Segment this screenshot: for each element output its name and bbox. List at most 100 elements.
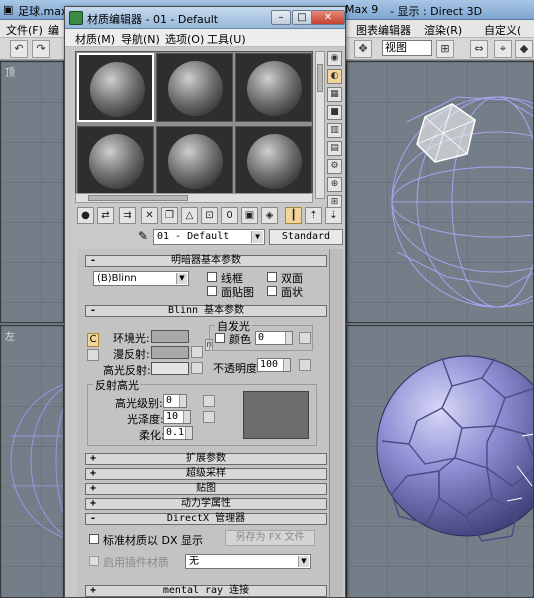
rollout-mental-ray-connection[interactable]: + mental ray 连接: [85, 585, 327, 597]
make-unique-icon[interactable]: △: [181, 207, 198, 224]
snap-icon[interactable]: ⌖: [494, 40, 512, 58]
pivot-icon[interactable]: ⊞: [436, 40, 454, 58]
viewport-perspective[interactable]: [346, 325, 534, 598]
dx-display-checkbox[interactable]: [89, 534, 99, 544]
get-material-icon[interactable]: ●: [77, 207, 94, 224]
options-icon[interactable]: ⚙: [327, 159, 342, 174]
viewport-left[interactable]: 左: [0, 325, 64, 598]
self-illum-spinner[interactable]: 0: [255, 331, 293, 345]
undo-icon[interactable]: ↶: [10, 40, 28, 58]
lock-icon[interactable]: [87, 349, 99, 361]
plugin-material-select[interactable]: 无 ▼: [185, 554, 311, 569]
put-material-icon[interactable]: ⇄: [97, 207, 114, 224]
specular-level-map-button[interactable]: [203, 395, 215, 407]
opacity-map-button[interactable]: [299, 359, 311, 371]
show-map-in-viewport-icon[interactable]: ▣: [241, 207, 258, 224]
sample-uv-tiling-icon[interactable]: ■: [327, 105, 342, 120]
soften-spinner[interactable]: 0.1: [163, 426, 193, 440]
sample-slot-1[interactable]: [77, 53, 154, 122]
go-to-parent-icon[interactable]: ┃: [285, 207, 302, 224]
reference-coordinate-select[interactable]: 视图: [382, 40, 432, 56]
save-as-fx-button[interactable]: 另存为 FX 文件: [225, 530, 315, 546]
sample-type-icon[interactable]: ◉: [327, 51, 342, 66]
sample-slot-2[interactable]: [156, 53, 233, 122]
mirror-icon[interactable]: ⇔: [470, 40, 488, 58]
two-sided-checkbox[interactable]: [267, 272, 277, 282]
lock-color-button[interactable]: C: [87, 333, 99, 347]
slots-horizontal-scrollbar[interactable]: [75, 193, 313, 203]
rollout-blinn-basic-parameters[interactable]: - Blinn 基本参数: [85, 305, 327, 317]
rollout-shader-basic-parameters[interactable]: - 明暗器基本参数: [85, 255, 327, 267]
spinner-arrows[interactable]: [185, 427, 192, 439]
specular-map-button[interactable]: [191, 362, 203, 374]
reset-map-icon[interactable]: ✕: [141, 207, 158, 224]
maximize-button[interactable]: □: [292, 10, 312, 25]
rollout-directx-manager[interactable]: - DirectX 管理器: [85, 513, 327, 525]
show-end-result-icon[interactable]: ◈: [261, 207, 278, 224]
parameters-scrollbar[interactable]: [329, 249, 343, 597]
ambient-color-swatch[interactable]: [151, 330, 189, 343]
specular-level-spinner[interactable]: 0: [163, 394, 187, 408]
spinner-arrows[interactable]: [285, 332, 292, 344]
select-by-material-icon[interactable]: ⊕: [327, 177, 342, 192]
menu-navigation[interactable]: 导航(N): [121, 31, 160, 47]
enable-plugin-checkbox[interactable]: [89, 556, 99, 566]
backlight-icon[interactable]: ◐: [327, 69, 342, 84]
glossiness-map-button[interactable]: [203, 411, 215, 423]
sample-slot-5[interactable]: [156, 126, 233, 195]
scroll-thumb[interactable]: [317, 64, 323, 92]
menu-material[interactable]: 材质(M): [75, 31, 115, 47]
app-menu-graph-editors[interactable]: 图表编辑器: [356, 22, 411, 38]
material-effects-channel-icon[interactable]: 0: [221, 207, 238, 224]
faceted-checkbox[interactable]: [267, 286, 277, 296]
move-icon[interactable]: ✥: [354, 40, 372, 58]
diffuse-color-swatch[interactable]: [151, 346, 189, 359]
put-to-library-icon[interactable]: ⊡: [201, 207, 218, 224]
sample-slot-6[interactable]: [235, 126, 312, 195]
app-menu-rendering[interactable]: 渲染(R): [424, 22, 462, 38]
diffuse-map-button[interactable]: [191, 346, 203, 358]
redo-icon[interactable]: ↷: [32, 40, 50, 58]
copy-material-icon[interactable]: ❐: [161, 207, 178, 224]
rollout-maps[interactable]: + 贴图: [85, 483, 327, 495]
close-button[interactable]: ✕: [311, 10, 345, 25]
self-illum-color-checkbox[interactable]: [215, 333, 225, 343]
sample-slot-3[interactable]: [235, 53, 312, 122]
spinner-arrows[interactable]: [283, 359, 290, 371]
chevron-down-icon[interactable]: ▼: [298, 556, 309, 567]
eyedropper-icon[interactable]: ✎: [135, 229, 151, 245]
background-checker-icon[interactable]: ▦: [327, 87, 342, 102]
rollout-dynamics-properties[interactable]: + 动力学属性: [85, 498, 327, 510]
shader-type-select[interactable]: (B)Blinn ▼: [93, 271, 189, 286]
material-type-button[interactable]: Standard: [269, 229, 343, 245]
chevron-down-icon[interactable]: ▼: [251, 231, 263, 243]
video-color-check-icon[interactable]: ▥: [327, 123, 342, 138]
glossiness-spinner[interactable]: 10: [163, 410, 191, 424]
spinner-arrows[interactable]: [179, 395, 186, 407]
face-map-checkbox[interactable]: [207, 286, 217, 296]
minimize-button[interactable]: –: [271, 10, 291, 25]
menu-utilities[interactable]: 工具(U): [207, 31, 246, 47]
material-editor-title-bar[interactable]: 材质编辑器 - 01 - Default – □ ✕: [65, 7, 345, 29]
make-preview-icon[interactable]: ▤: [327, 141, 342, 156]
go-forward-to-sibling-icon[interactable]: ⇡: [305, 207, 322, 224]
slots-vertical-scrollbar[interactable]: [315, 51, 325, 199]
sample-slot-4[interactable]: [77, 126, 154, 195]
viewport-front[interactable]: [346, 61, 534, 323]
viewport-top-left[interactable]: 顶: [0, 61, 64, 323]
chevron-down-icon[interactable]: ▼: [176, 273, 187, 284]
named-selection-icon[interactable]: ◆: [515, 40, 533, 58]
rollout-supersampling[interactable]: + 超级采样: [85, 468, 327, 480]
opacity-spinner[interactable]: 100: [257, 358, 291, 372]
pick-from-object-icon[interactable]: ⇣: [325, 207, 342, 224]
app-menu-file[interactable]: 文件(F): [6, 22, 43, 38]
material-name-field[interactable]: 01 - Default ▼: [153, 229, 265, 245]
specular-color-swatch[interactable]: [151, 362, 189, 375]
wire-checkbox[interactable]: [207, 272, 217, 282]
app-menu-customize[interactable]: 自定义(: [484, 22, 521, 38]
rollout-extended-parameters[interactable]: + 扩展参数: [85, 453, 327, 465]
scroll-thumb[interactable]: [88, 195, 188, 201]
assign-material-icon[interactable]: ⇉: [119, 207, 136, 224]
spinner-arrows[interactable]: [183, 411, 190, 423]
menu-options[interactable]: 选项(O): [165, 31, 204, 47]
